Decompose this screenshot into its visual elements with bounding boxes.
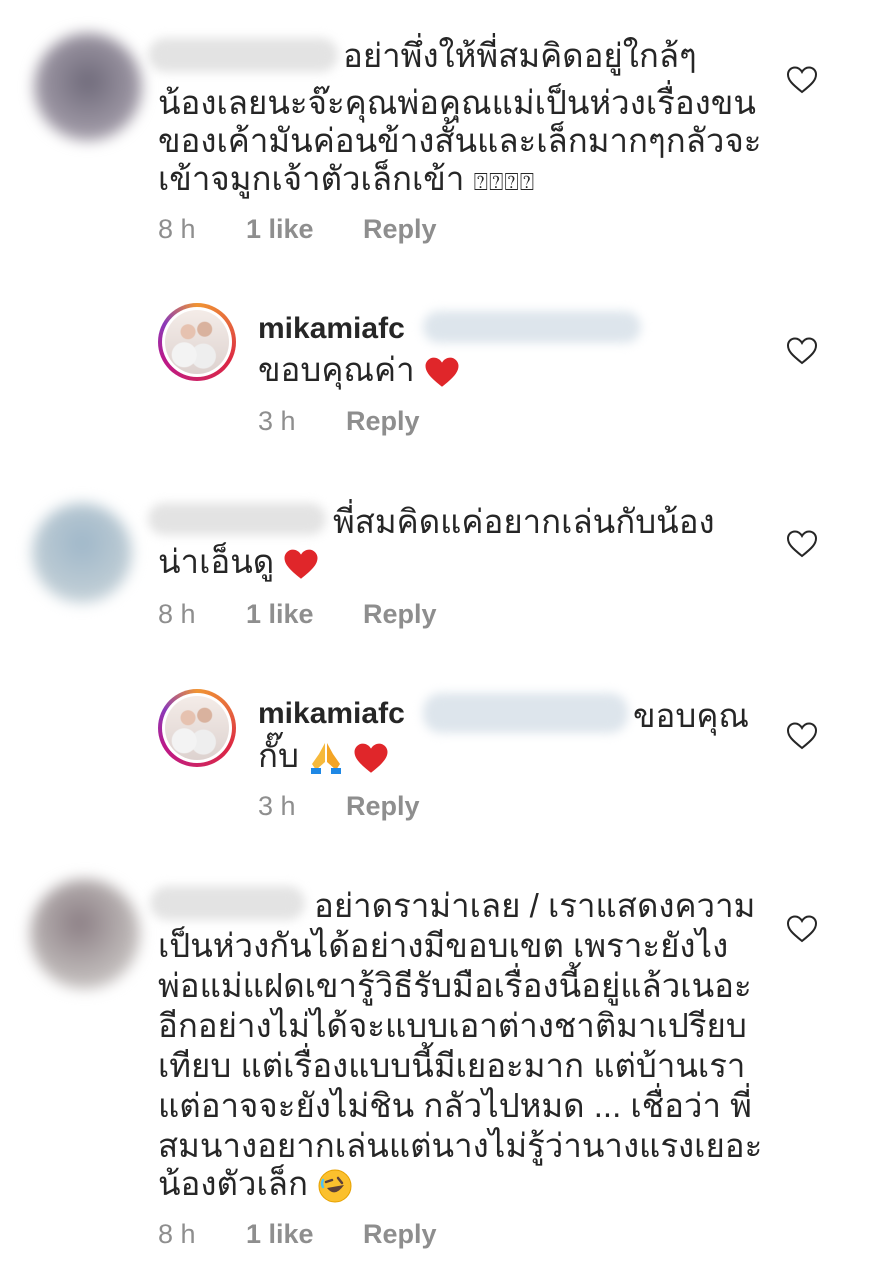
reply-button[interactable]: Reply [346, 791, 420, 822]
reply-avatar[interactable] [158, 303, 236, 381]
heart-outline-icon[interactable] [786, 721, 818, 751]
reply-button[interactable]: Reply [363, 599, 437, 630]
comment-line: พี่สมคิดแค่อยากเล่นกับน้อง [333, 503, 715, 540]
comment-meta: 8 h 1 like Reply [158, 599, 437, 630]
avatar-ring-gap [162, 307, 232, 377]
reply-avatar[interactable] [158, 689, 236, 767]
reply-button[interactable]: Reply [363, 214, 437, 245]
unsupported-symbols: ⍰⍰⍰⍰ [473, 169, 536, 196]
comment-line: แต่อาจจะยังไม่ชิน กลัวไปหมด ... เชื่อว่า… [158, 1087, 752, 1124]
timestamp: 8 h [158, 214, 196, 244]
comment-meta: 3 h Reply [258, 791, 420, 822]
red-heart-emoji [354, 743, 388, 773]
comment-line: ของเค้ามันค่อนข้างสั้นและเล็กมากๆกลัวจะ [158, 122, 762, 159]
comment-meta: 8 h 1 like Reply [158, 1219, 437, 1250]
heart-outline-icon[interactable] [786, 65, 818, 95]
comment-line: น้องตัวเล็ก [158, 1164, 353, 1204]
comment-line: กั๊บ [258, 736, 389, 776]
comment-line: น้องเลยนะจ๊ะคุณพ่อคุณแม่เป็นห่วงเรื่องขน [158, 84, 756, 121]
comment-line-text: น่าเอ็นดู [158, 543, 275, 580]
commenter-avatar[interactable] [34, 33, 142, 141]
comment-line: สมนางอยากเล่นแต่นางไม่รู้ว่านางแรงเยอะ [158, 1127, 763, 1164]
blurred-username[interactable] [148, 503, 326, 535]
red-heart-emoji [425, 357, 459, 387]
comment-line: อย่าดราม่าเลย / เราแสดงความ [314, 887, 756, 924]
folded-hands-emoji [311, 743, 342, 775]
comment-line: เป็นห่วงกันได้อย่างมีขอบเขต เพราะยังไง [158, 927, 729, 964]
blurred-username[interactable] [148, 38, 338, 72]
heart-outline-icon[interactable] [786, 529, 818, 559]
comment-meta: 8 h 1 like Reply [158, 214, 437, 245]
timestamp: 3 h [258, 791, 296, 821]
comment-line: ขอบคุณ [633, 697, 750, 734]
likes-count[interactable]: 1 like [246, 1219, 314, 1250]
likes-count[interactable]: 1 like [246, 599, 314, 630]
commenter-avatar[interactable] [32, 503, 132, 603]
comment-line: ขอบคุณค่า [258, 350, 460, 390]
comment-line-text: กั๊บ [258, 737, 299, 774]
blurred-mention[interactable] [423, 311, 641, 343]
comment-meta: 3 h Reply [258, 406, 420, 437]
comment-line-text: เข้าจมูกเจ้าตัวเล็กเข้า [158, 160, 465, 197]
avatar-ring-gap [162, 693, 232, 763]
commenter-avatar[interactable] [30, 879, 140, 989]
timestamp: 8 h [158, 599, 196, 629]
comment-line: เทียบ แต่เรื่องแบบนี้มีเยอะมาก แต่บ้านเร… [158, 1047, 746, 1084]
timestamp: 3 h [258, 406, 296, 436]
comment-line: อย่าพึ่งให้พี่สมคิดอยู่ใกล้ๆ [343, 37, 697, 74]
username[interactable]: mikamiafc [258, 309, 405, 349]
reply-button[interactable]: Reply [346, 406, 420, 437]
heart-outline-icon[interactable] [786, 914, 818, 944]
avatar-photo [165, 310, 229, 374]
timestamp: 8 h [158, 1219, 196, 1249]
blurred-mention[interactable] [423, 693, 628, 733]
avatar-photo [165, 696, 229, 760]
likes-count[interactable]: 1 like [246, 214, 314, 245]
blurred-username[interactable] [150, 886, 305, 920]
red-heart-emoji [284, 549, 318, 579]
comment-line-text: น้องตัวเล็ก [158, 1165, 308, 1202]
username[interactable]: mikamiafc [258, 694, 405, 734]
comment-line: น่าเอ็นดู [158, 542, 319, 582]
comment-line: อีกอย่างไม่ได้จะแบบเอาต่างชาติมาเปรียบ [158, 1007, 747, 1044]
comment-line: พ่อแม่แฝดเขารู้วิธีรับมือเรื่องนี้อยู่แล… [158, 967, 752, 1004]
reply-button[interactable]: Reply [363, 1219, 437, 1250]
rolling-laughing-emoji [318, 1169, 352, 1203]
comment-line-text: ขอบคุณค่า [258, 351, 415, 388]
comment-line: เข้าจมูกเจ้าตัวเล็กเข้า ⍰⍰⍰⍰ [158, 159, 535, 203]
heart-outline-icon[interactable] [786, 336, 818, 366]
